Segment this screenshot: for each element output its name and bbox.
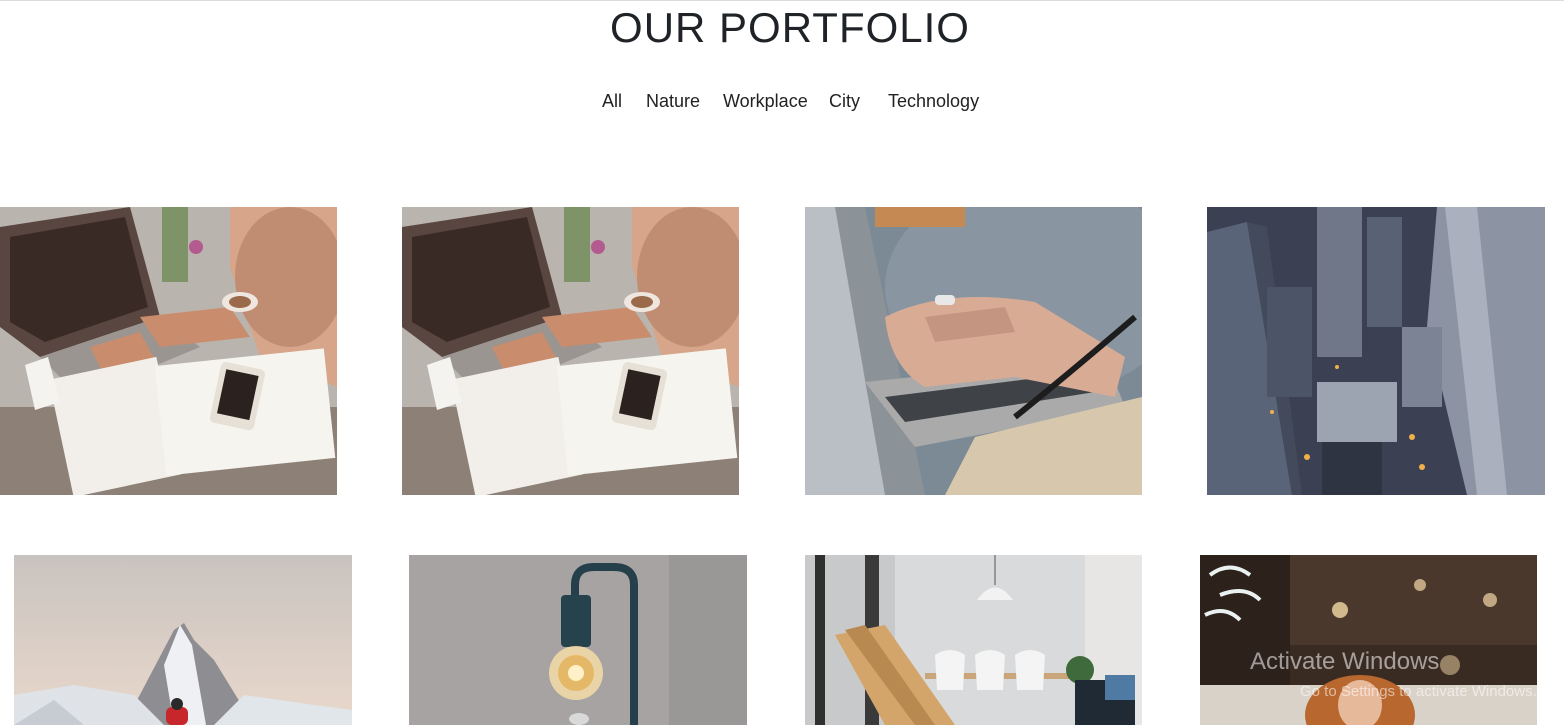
filter-technology[interactable]: Technology: [888, 90, 979, 112]
portfolio-item-hands-typing-laptop[interactable]: [805, 207, 1142, 495]
portfolio-item-mountain-peak[interactable]: [14, 555, 352, 725]
portfolio-item-edison-lamp[interactable]: [409, 555, 747, 725]
portfolio-item-laptop-workspace-1[interactable]: [0, 207, 337, 495]
portfolio-item-city-aerial[interactable]: [1207, 207, 1545, 495]
page-title: OUR PORTFOLIO: [610, 4, 970, 51]
portfolio-page: OUR PORTFOLIO All Nature Workplace City …: [0, 0, 1564, 725]
top-divider: [0, 0, 1564, 1]
filter-workplace[interactable]: Workplace: [723, 90, 808, 112]
filter-city[interactable]: City: [829, 90, 860, 112]
filter-nature[interactable]: Nature: [646, 90, 700, 112]
portfolio-item-dining-room[interactable]: [805, 555, 1142, 725]
portfolio-item-woman-cafe[interactable]: [1200, 555, 1537, 725]
filter-all[interactable]: All: [602, 90, 622, 112]
portfolio-item-laptop-workspace-2[interactable]: [402, 207, 739, 495]
